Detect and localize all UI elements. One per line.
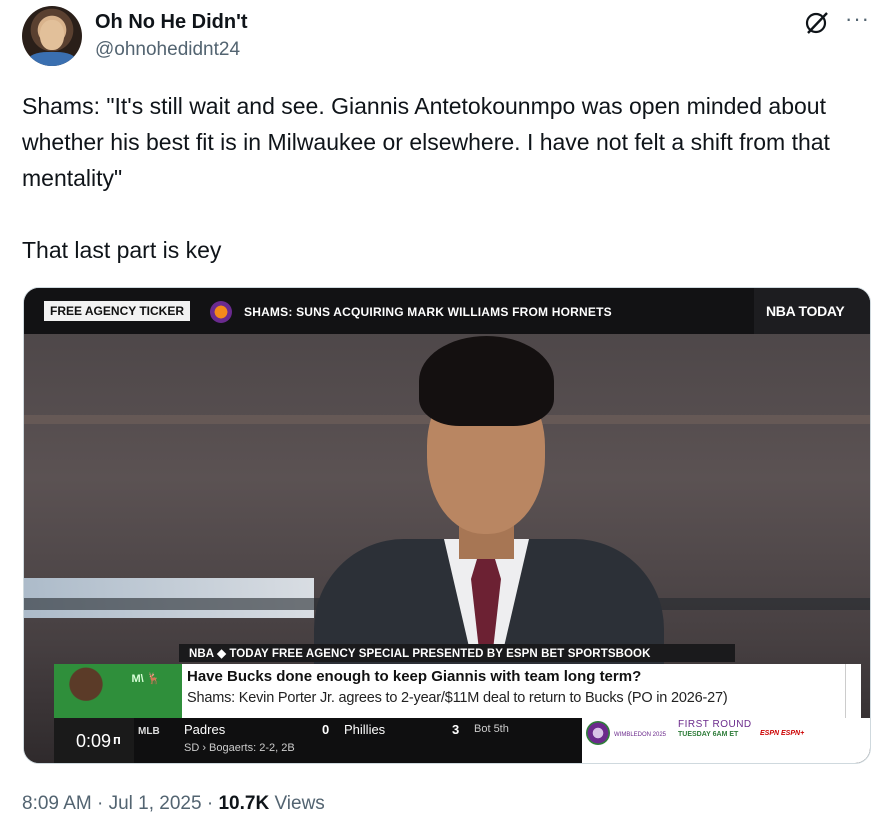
bucks-graphic: M\ 🦌 [54,664,182,718]
tweet-text: Shams: "It's still wait and see. Giannis… [22,93,830,263]
promo-event: WIMBLEDON 2025 [614,732,667,738]
anchor-figure [294,334,674,679]
avatar[interactable] [22,6,82,66]
sponsor-text: NBA ◆ TODAY FREE AGENCY SPECIAL PRESENTE… [189,648,651,660]
player-headshot [60,666,112,718]
tweet-time[interactable]: 8:09 AM [22,793,92,814]
ticker-label: FREE AGENCY TICKER [44,301,191,321]
team2-name: Phillies [344,722,386,737]
meta-separator: · [206,793,219,814]
video-player[interactable]: FREE AGENCY TICKER SHAMS: SUNS ACQUIRING… [23,287,871,764]
grok-icon[interactable] [804,10,830,36]
subheadline: Shams: Kevin Porter Jr. agrees to 2-year… [187,690,728,706]
team2-score: 3 [452,722,460,737]
views-label: Views [274,793,325,814]
avatar-face [40,20,64,50]
views-count: 10.7K [218,793,270,814]
tweet-meta: 8:09 AM · Jul 1, 2025 · 10.7K Views [22,793,325,815]
anchor-hair [419,336,554,426]
video-timestamp-chip: 0:09 ᴨ [54,718,134,763]
video-elapsed: 0:09 [76,731,112,751]
score-bug: 0:09 ᴨ MLB Padres 0 Phillies 3 Bot 5th S… [54,718,582,763]
promo-network: ESPN ESPN+ [760,730,805,737]
team1-name: Padres [184,722,226,737]
headline-box: Have Bucks done enough to keep Giannis w… [182,664,845,718]
meta-separator: · [97,793,109,814]
suns-logo-icon [210,301,232,323]
bucks-logo-icon: M\ 🦌 [131,673,161,685]
tweet-date[interactable]: Jul 1, 2025 [109,793,202,814]
promo-box: WIMBLEDON 2025 FIRST ROUND TUESDAY 6AM E… [582,718,870,763]
ticker-text: SHAMS: SUNS ACQUIRING MARK WILLIAMS FROM… [244,305,612,319]
news-ticker: FREE AGENCY TICKER SHAMS: SUNS ACQUIRING… [24,288,870,334]
team1-score: 0 [322,722,330,737]
avatar-shirt [28,52,76,66]
sponsor-strip: NBA ◆ TODAY FREE AGENCY SPECIAL PRESENTE… [179,644,735,662]
show-logo-box: NBA TODAY [754,288,870,334]
more-icon[interactable]: ··· [845,8,870,30]
tweet-header: Oh No He Didn't @ohnohedidnt24 ··· [22,6,872,72]
headline-side-tab [845,664,861,718]
author-name[interactable]: Oh No He Didn't [95,11,248,34]
promo-round: FIRST ROUND [678,719,752,730]
batter-line: SD › Bogaerts: 2-2, 2B [184,742,295,754]
headline: Have Bucks done enough to keep Giannis w… [187,668,642,685]
wimbledon-logo-icon [586,721,610,745]
inning: Bot 5th [474,723,509,735]
espn-icon: ᴨ [113,732,121,747]
league-label: MLB [138,726,160,737]
author-handle[interactable]: @ohnohedidnt24 [95,39,240,61]
nba-today-logo: NBA TODAY [766,303,845,319]
promo-time: TUESDAY 6AM ET [678,731,739,738]
